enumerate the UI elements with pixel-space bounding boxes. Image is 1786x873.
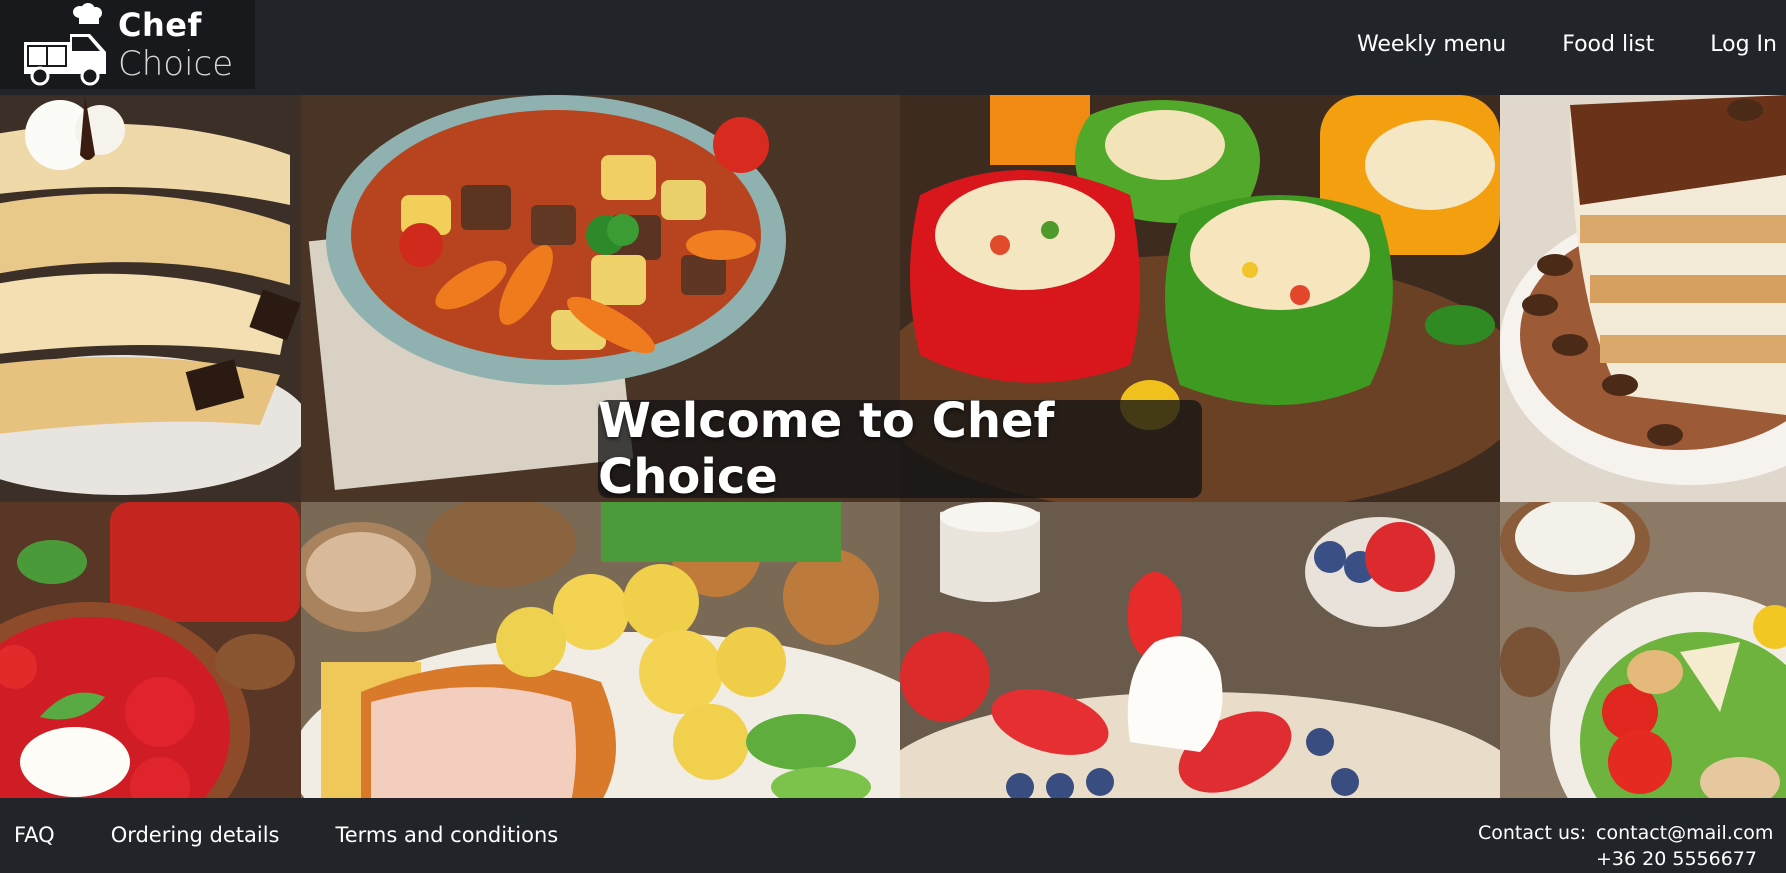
footer: FAQ Ordering details Terms and condition… — [0, 798, 1786, 873]
contact-label: Contact us: — [1478, 822, 1587, 844]
strawberry-crepes-image — [900, 502, 1500, 798]
schnitzel-potatoes-image — [301, 502, 900, 798]
nav-login-link[interactable]: Log In — [1710, 32, 1777, 57]
caesar-salad-image — [1500, 502, 1786, 798]
contact-phone: +36 20 5556677 — [1596, 848, 1757, 870]
strawberry-soup-image — [0, 502, 301, 798]
tiramisu-image — [1500, 95, 1786, 502]
nav-food-list-link[interactable]: Food list — [1562, 32, 1654, 57]
crepes-image — [0, 95, 301, 502]
footer-ordering-details-link[interactable]: Ordering details — [111, 823, 280, 847]
footer-links: FAQ Ordering details Terms and condition… — [14, 823, 614, 847]
top-navbar: Chef Choice Weekly menu Food list Log In — [0, 0, 1786, 95]
chef-van-icon — [18, 0, 110, 89]
food-gallery: Welcome to Chef Choice — [0, 95, 1786, 798]
footer-faq-link[interactable]: FAQ — [14, 823, 55, 847]
main-nav: Weekly menu Food list Log In — [1357, 32, 1786, 57]
brand-line1: Chef — [118, 5, 202, 44]
brand-name: Chef Choice — [118, 9, 233, 81]
welcome-title: Welcome to Chef Choice — [598, 393, 1055, 505]
brand-logo-link[interactable]: Chef Choice — [0, 0, 255, 89]
brand-line2: Choice — [118, 43, 234, 84]
contact-email-link[interactable]: contact@mail.com — [1596, 822, 1773, 844]
welcome-banner: Welcome to Chef Choice — [598, 393, 1202, 505]
footer-terms-link[interactable]: Terms and conditions — [335, 823, 558, 847]
nav-weekly-menu-link[interactable]: Weekly menu — [1357, 32, 1506, 57]
